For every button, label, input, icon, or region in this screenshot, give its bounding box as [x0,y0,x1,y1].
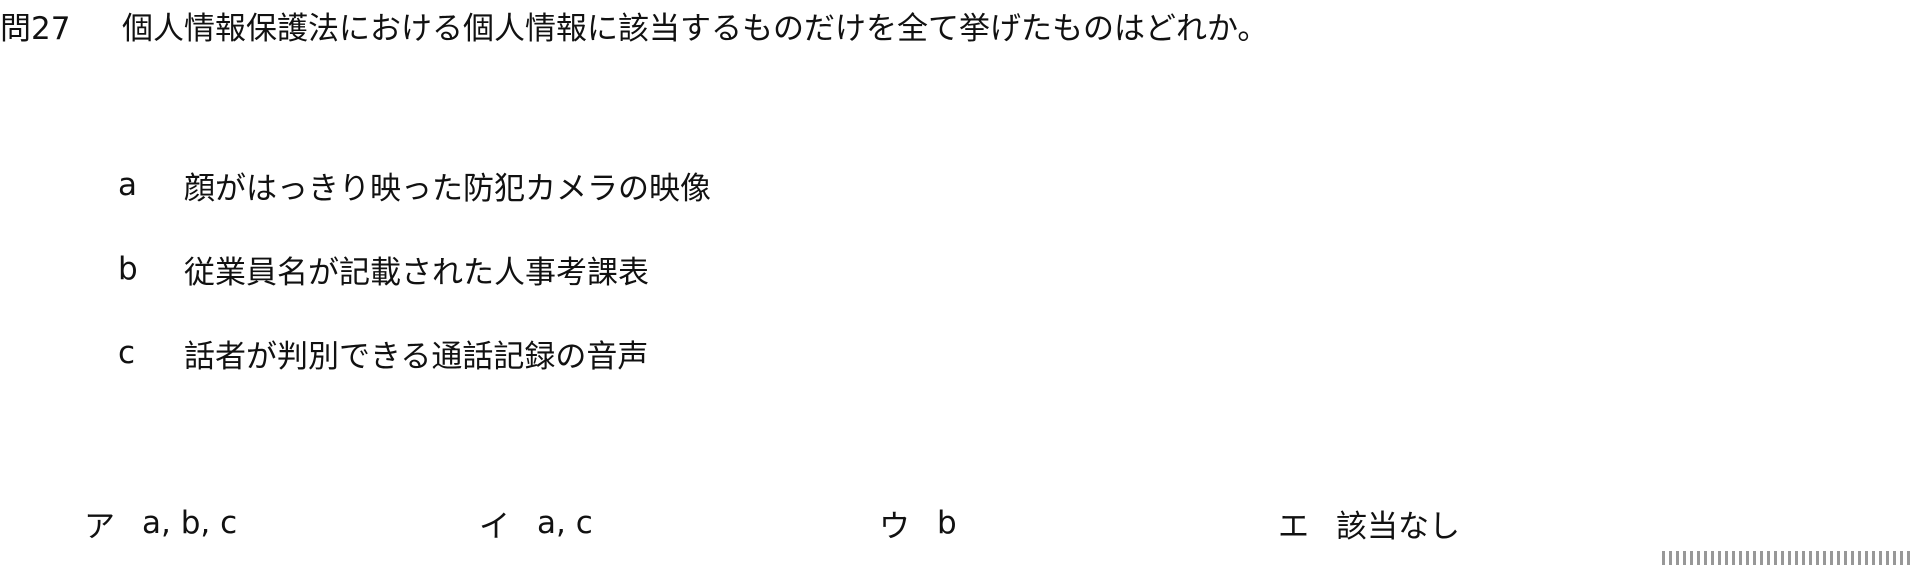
statement-text: 顔がはっきり映った防犯カメラの映像 [184,170,711,207]
statement-text: 従業員名が記載された人事考課表 [184,254,649,291]
answer-choice-a[interactable]: ア a, b, c [84,498,237,548]
question-text: 個人情報保護法における個人情報に該当するものだけを全て挙げたものはどれか。 [122,10,1269,47]
choice-text: a, c [537,505,593,541]
choice-letter: ア [84,508,115,545]
answer-choice-i[interactable]: イ a, c [479,498,593,548]
answer-choices: ア a, b, c イ a, c ウ b エ 該当なし [84,498,1884,548]
question-number: 問27 [0,10,71,47]
cropped-footer-mark [1662,551,1912,565]
question-header: 問27 個人情報保護法における個人情報に該当するものだけを全て挙げたものはどれか… [0,0,1268,50]
statement-list: a 顔がはっきり映った防犯カメラの映像 b 従業員名が記載された人事考課表 c … [118,160,711,412]
statement-text: 話者が判別できる通話記録の音声 [184,338,649,375]
statement-letter: b [118,251,138,287]
choice-text: a, b, c [142,505,238,541]
statement-letter: a [118,167,137,203]
statement-item-a: a 顔がはっきり映った防犯カメラの映像 [118,160,711,210]
choice-letter: エ [1278,508,1309,545]
statement-item-b: b 従業員名が記載された人事考課表 [118,244,711,294]
choice-letter: イ [479,508,510,545]
answer-choice-u[interactable]: ウ b [879,498,957,548]
exam-page: 問27 個人情報保護法における個人情報に該当するものだけを全て挙げたものはどれか… [0,0,1916,565]
choice-letter: ウ [879,508,910,545]
choice-text: b [937,505,957,541]
answer-choice-e[interactable]: エ 該当なし [1278,498,1460,548]
statement-letter: c [118,335,136,371]
choice-text: 該当なし [1336,508,1460,545]
statement-item-c: c 話者が判別できる通話記録の音声 [118,328,711,378]
